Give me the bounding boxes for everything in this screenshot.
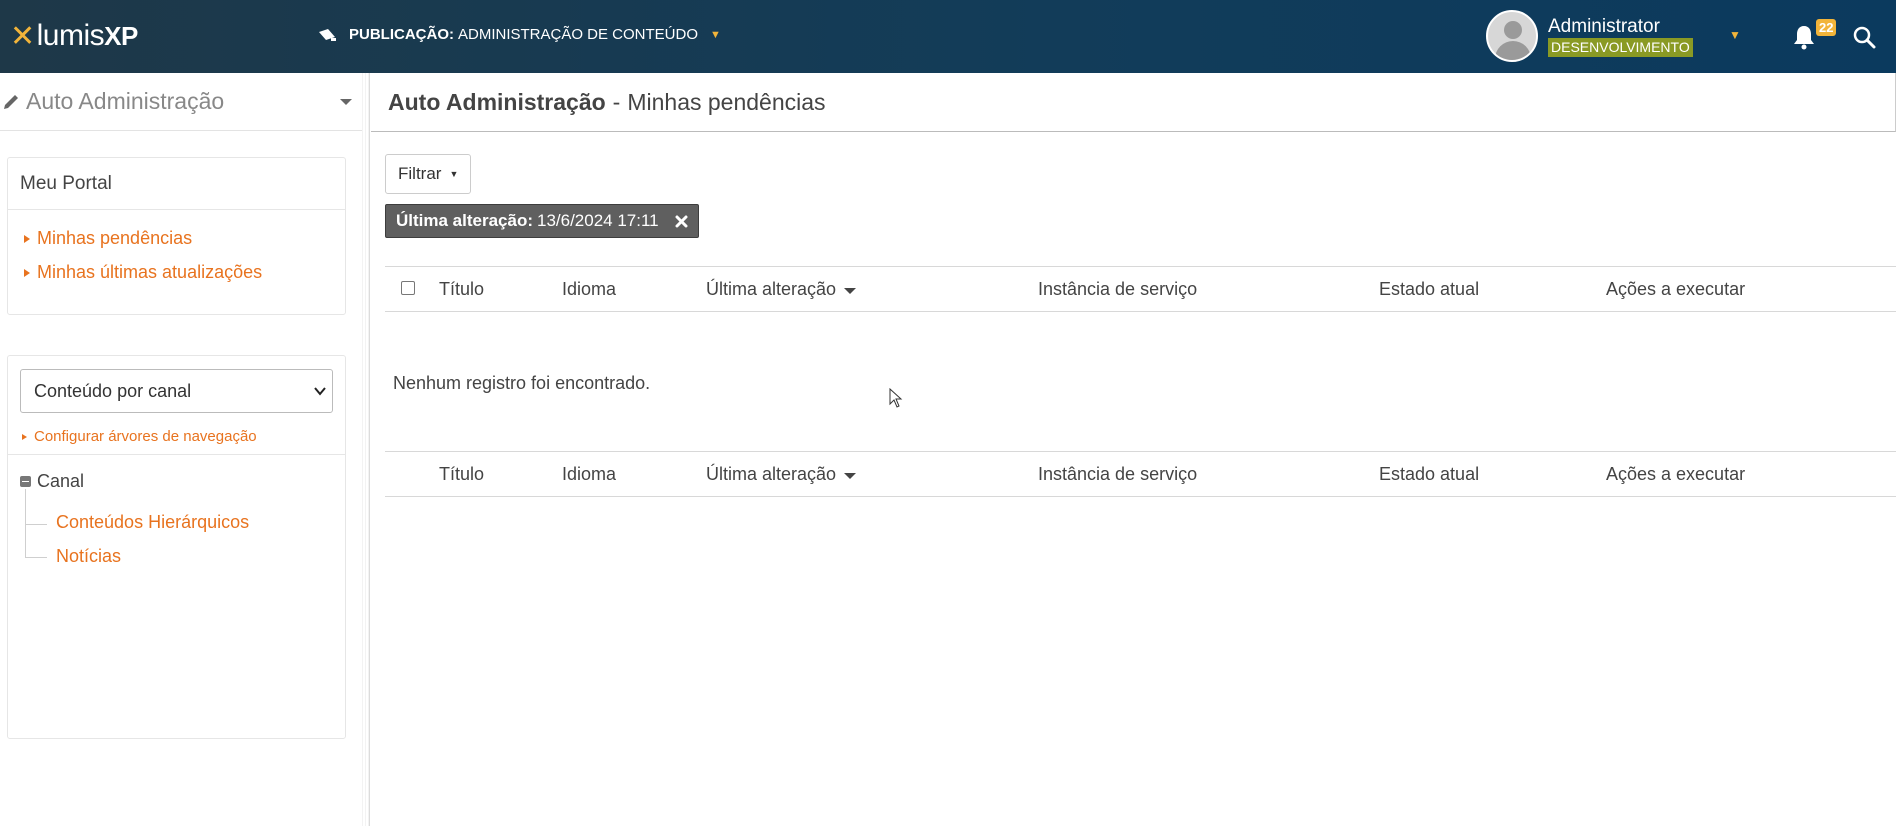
bullet-icon: [22, 433, 27, 440]
column-actions[interactable]: Ações a executar: [1606, 464, 1745, 485]
filter-chip-value: 13/6/2024 17:11: [537, 211, 659, 230]
tree-line: [25, 524, 47, 525]
page-title-separator: -: [612, 88, 621, 115]
tree-line: [25, 489, 26, 557]
link-my-pending[interactable]: Minhas pendências: [24, 228, 192, 249]
user-name: Administrator: [1548, 15, 1660, 37]
content-view-select-value: Conteúdo por canal: [34, 381, 192, 401]
configure-navigation-trees-label: Configurar árvores de navegação: [34, 428, 257, 445]
table-footer-header: Título Idioma Última alteração Instância…: [385, 451, 1896, 497]
sidebar-header[interactable]: Auto Administração: [0, 73, 362, 131]
page-title: Auto Administração - Minhas pendências: [371, 73, 1896, 132]
tree-node-hierarchical-contents[interactable]: Conteúdos Hierárquicos: [56, 512, 249, 533]
publication-selector[interactable]: PUBLICAÇÃO: ADMINISTRAÇÃO DE CONTEÚDO ▼: [317, 26, 721, 43]
pencil-icon: [4, 94, 18, 109]
select-all-checkbox[interactable]: [401, 281, 415, 295]
tree-line: [25, 557, 47, 558]
empty-table-message: Nenhum registro foi encontrado.: [393, 373, 651, 393]
search-icon[interactable]: [1852, 25, 1876, 49]
content-view-select[interactable]: Conteúdo por canal: [20, 369, 333, 413]
sort-desc-icon: [844, 287, 857, 294]
publication-icon: [319, 28, 336, 41]
logo-text-xp: XP: [104, 20, 138, 51]
divider: [8, 454, 345, 455]
mouse-cursor-icon: [889, 388, 903, 408]
environment-badge: DESENVOLVIMENTO: [1548, 37, 1693, 57]
link-my-latest-updates[interactable]: Minhas últimas atualizações: [24, 262, 262, 283]
filter-button-label: Filtrar: [398, 164, 442, 183]
publication-value: ADMINISTRAÇÃO DE CONTEÚDO: [458, 26, 699, 43]
tree-node-news[interactable]: Notícias: [56, 546, 121, 567]
column-last-modified-label: Última alteração: [706, 464, 837, 484]
column-title[interactable]: Título: [439, 464, 484, 485]
sidebar-title: Auto Administração: [26, 88, 225, 114]
chevron-down-icon[interactable]: [340, 99, 352, 105]
column-current-state[interactable]: Estado atual: [1379, 279, 1479, 300]
tree-node-canal[interactable]: Canal: [20, 471, 84, 492]
tree-collapse-icon[interactable]: [20, 476, 31, 487]
column-current-state[interactable]: Estado atual: [1379, 464, 1479, 485]
lumisxp-logo[interactable]: ✕ lumis XP: [10, 18, 138, 54]
logo-x-icon: ✕: [10, 19, 35, 53]
column-service-instance[interactable]: Instância de serviço: [1038, 279, 1197, 300]
column-actions[interactable]: Ações a executar: [1606, 279, 1745, 300]
user-menu[interactable]: Administrator DESENVOLVIMENTO: [1486, 10, 1693, 62]
column-last-modified[interactable]: Última alteração: [706, 279, 857, 300]
column-service-instance[interactable]: Instância de serviço: [1038, 464, 1197, 485]
my-portal-title: Meu Portal: [8, 158, 345, 210]
column-language[interactable]: Idioma: [562, 464, 616, 485]
chevron-down-icon: [314, 387, 326, 396]
column-language[interactable]: Idioma: [562, 279, 616, 300]
link-my-latest-updates-label: Minhas últimas atualizações: [37, 262, 263, 282]
bullet-icon: [24, 234, 30, 243]
my-portal-box: Meu Portal Minhas pendências Minhas últi…: [7, 157, 346, 315]
notification-count-badge: 22: [1816, 19, 1837, 36]
column-title[interactable]: Título: [439, 279, 484, 300]
chevron-down-icon: ▼: [449, 169, 459, 179]
sidebar-resize-handle[interactable]: [362, 73, 370, 826]
bell-icon[interactable]: [1792, 24, 1816, 50]
publication-label: PUBLICAÇÃO:: [349, 26, 454, 43]
chevron-down-icon[interactable]: ▼: [1729, 28, 1741, 42]
page-title-bold: Auto Administração: [388, 88, 606, 115]
sort-desc-icon: [844, 472, 857, 479]
tree-node-canal-label: Canal: [37, 471, 85, 491]
table-header: Título Idioma Última alteração Instância…: [385, 266, 1896, 312]
top-header: ✕ lumis XP PUBLICAÇÃO: ADMINISTRAÇÃO DE …: [0, 0, 1896, 73]
avatar-icon: [1486, 10, 1538, 62]
close-icon[interactable]: [675, 215, 688, 228]
page-title-rest: Minhas pendências: [627, 88, 826, 115]
sidebar: Auto Administração Meu Portal Minhas pen…: [0, 73, 364, 826]
bullet-icon: [24, 268, 30, 277]
content-tree-box: Conteúdo por canal Configurar árvores de…: [7, 355, 346, 739]
column-last-modified-label: Última alteração: [706, 279, 837, 299]
configure-navigation-trees-link[interactable]: Configurar árvores de navegação: [22, 428, 257, 445]
logo-text-lumis: lumis: [36, 19, 105, 52]
filter-chip-label: Última alteração:: [396, 211, 533, 230]
chevron-down-icon: ▼: [710, 28, 721, 41]
link-my-pending-label: Minhas pendências: [37, 228, 193, 248]
column-last-modified[interactable]: Última alteração: [706, 464, 857, 485]
filter-chip-last-modified: Última alteração: 13/6/2024 17:11: [385, 204, 699, 238]
filter-button[interactable]: Filtrar ▼: [385, 154, 471, 194]
main-content: Auto Administração - Minhas pendências F…: [371, 73, 1896, 826]
